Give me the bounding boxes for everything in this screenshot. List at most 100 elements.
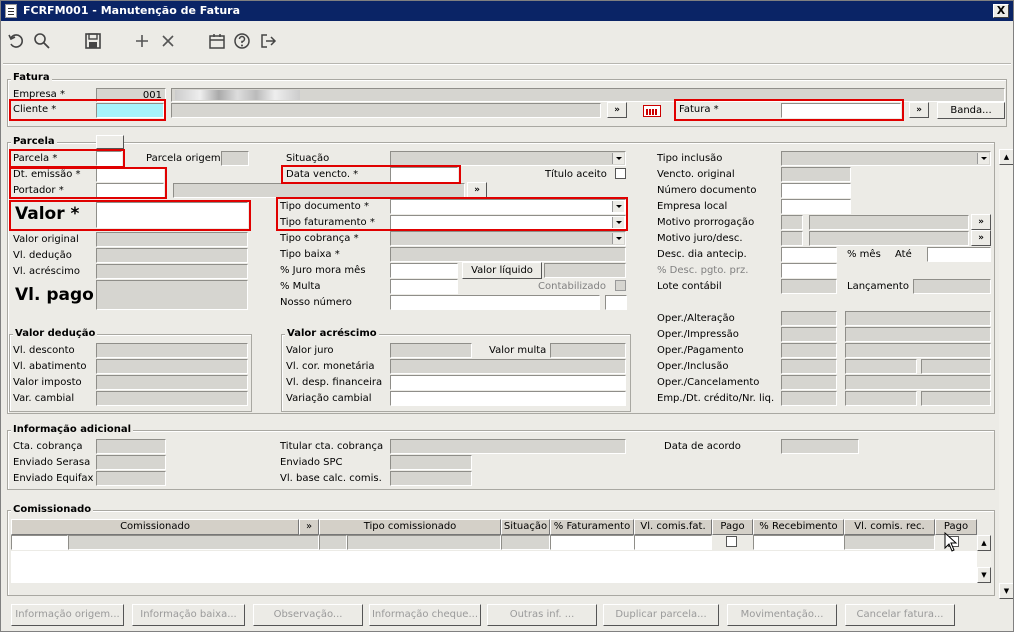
numero-documento-field[interactable]	[781, 183, 851, 198]
informacao-baixa-button[interactable]: Informação baixa...	[132, 604, 245, 626]
valor-multa-field	[550, 343, 626, 358]
search-icon[interactable]	[31, 30, 53, 52]
row-pct-recebimento[interactable]	[753, 535, 844, 550]
oper-cancelamento-label: Oper./Cancelamento	[657, 377, 760, 388]
exit-icon[interactable]	[257, 30, 279, 52]
observacao-button[interactable]: Observação...	[253, 604, 363, 626]
nosso-numero-digit-field[interactable]	[605, 295, 627, 310]
cliente-highlight	[9, 99, 166, 121]
col-pct-recebimento[interactable]: % Recebimento	[753, 519, 844, 535]
cliente-lookup-button[interactable]: »	[607, 102, 627, 118]
lancamento-label: Lançamento	[847, 281, 909, 292]
app-icon	[5, 4, 17, 18]
motivo-juro-lookup[interactable]: »	[971, 230, 991, 246]
fatura-lookup-button[interactable]: »	[909, 102, 929, 118]
vl-desconto-field	[96, 343, 248, 358]
close-button[interactable]: X	[993, 4, 1009, 18]
undo-icon[interactable]	[5, 30, 27, 52]
tipo-cobranca-select[interactable]	[390, 231, 626, 246]
calendar-icon[interactable]	[643, 105, 661, 117]
juro-mora-field[interactable]	[390, 263, 458, 278]
parcela-section-title: Parcela	[11, 136, 57, 147]
tipo-inclusao-select[interactable]	[781, 151, 991, 166]
help-icon[interactable]	[231, 30, 253, 52]
col-situacao[interactable]: Situação	[501, 519, 550, 535]
add-icon[interactable]	[131, 30, 153, 52]
informacao-cheque-button[interactable]: Informação cheque...	[369, 604, 481, 626]
desp-financeira-field[interactable]	[390, 375, 626, 390]
row-comissionado-code[interactable]	[11, 535, 68, 550]
multa-label: % Multa	[280, 281, 321, 292]
cancelar-fatura-button[interactable]: Cancelar fatura...	[845, 604, 955, 626]
vl-pago-label: Vl. pago	[15, 285, 94, 305]
empresa-local-label: Empresa local	[657, 201, 728, 212]
valor-multa-label: Valor multa	[489, 345, 547, 356]
row-vl-comis-fat[interactable]	[634, 535, 712, 550]
valor-liquido-field	[544, 263, 626, 278]
informacao-origem-button[interactable]: Informação origem...	[11, 604, 124, 626]
multa-field[interactable]	[390, 279, 458, 294]
vl-desconto-label: Vl. desconto	[13, 345, 75, 356]
toolbar	[1, 23, 1013, 63]
banda-button[interactable]: Banda...	[937, 102, 1005, 119]
pct-desc-label: % Desc. pgto. prz.	[657, 265, 749, 276]
col-comissionado[interactable]: Comissionado	[11, 519, 299, 535]
parcela-nav-button[interactable]	[96, 135, 124, 149]
enviado-spc-field	[390, 455, 472, 470]
oper-impressao-user	[781, 327, 837, 342]
delete-icon[interactable]	[157, 30, 179, 52]
portador-lookup-button[interactable]: »	[467, 182, 487, 198]
numero-documento-label: Número documento	[657, 185, 757, 196]
duplicar-parcela-button[interactable]: Duplicar parcela...	[603, 604, 719, 626]
nosso-numero-field[interactable]	[390, 295, 600, 310]
tipo-cobranca-label: Tipo cobrança *	[280, 233, 359, 244]
valor-acrescimo-title: Valor acréscimo	[285, 328, 379, 339]
scroll-up-icon[interactable]: ▲	[977, 535, 991, 551]
vl-acrescimo-field	[96, 264, 248, 279]
valor-juro-label: Valor juro	[286, 345, 334, 356]
vl-abatimento-field	[96, 359, 248, 374]
save-icon[interactable]	[82, 30, 104, 52]
valor-juro-field	[390, 343, 472, 358]
col-pago-fat[interactable]: Pago	[712, 519, 753, 535]
col-vl-comis-fat[interactable]: Vl. comis.fat.	[634, 519, 712, 535]
scroll-down-icon[interactable]: ▼	[999, 583, 1013, 599]
window-title: FCRFM001 - Manutenção de Fatura	[23, 4, 241, 17]
col-vl-comis-rec[interactable]: Vl. comis. rec.	[844, 519, 935, 535]
main-scrollbar[interactable]: ▲ ▼	[999, 149, 1013, 599]
titulo-aceito-checkbox[interactable]	[615, 168, 626, 179]
scroll-up-icon[interactable]: ▲	[999, 149, 1013, 165]
comissionado-title: Comissionado	[11, 504, 94, 515]
valor-imposto-field	[96, 375, 248, 390]
scroll-down-icon[interactable]: ▼	[977, 567, 991, 583]
calendar-icon[interactable]	[206, 30, 228, 52]
row-pct-faturamento[interactable]	[550, 535, 634, 550]
ate-field[interactable]	[927, 247, 991, 262]
col-tipo-comissionado[interactable]: Tipo comissionado	[319, 519, 501, 535]
toolbar-separator	[3, 63, 1011, 65]
valor-original-field	[96, 232, 248, 247]
chevron-down-icon	[616, 221, 622, 224]
emp-dt-data	[845, 391, 917, 406]
motivo-prorrogacao-lookup[interactable]: »	[971, 214, 991, 230]
outras-inf-button[interactable]: Outras inf. ...	[487, 604, 597, 626]
comissionado-scrollbar[interactable]: ▲ ▼	[977, 535, 991, 583]
cta-cobranca-label: Cta. cobrança	[13, 441, 83, 452]
var-cambial-field	[96, 391, 248, 406]
chevron-down-icon	[981, 157, 987, 160]
col-pct-faturamento[interactable]: % Faturamento	[550, 519, 634, 535]
variacao-cambial-field[interactable]	[390, 391, 626, 406]
fatura-section-title: Fatura	[11, 72, 52, 83]
col-lookup[interactable]: »	[299, 519, 319, 535]
pct-desc-field[interactable]	[781, 263, 837, 278]
emp-dt-label: Emp./Dt. crédito/Nr. liq.	[657, 393, 775, 404]
vl-deducao-label: Vl. dedução	[13, 250, 72, 261]
movimentacao-button[interactable]: Movimentação...	[727, 604, 837, 626]
oper-inclusao-time	[921, 359, 991, 374]
empresa-local-field[interactable]	[781, 199, 851, 214]
row-pago-fat-checkbox[interactable]	[726, 536, 737, 547]
parcela-highlight	[9, 149, 125, 168]
situacao-select[interactable]	[390, 151, 626, 166]
desc-dia-field[interactable]	[781, 247, 837, 262]
cor-monetaria-field	[390, 359, 626, 374]
